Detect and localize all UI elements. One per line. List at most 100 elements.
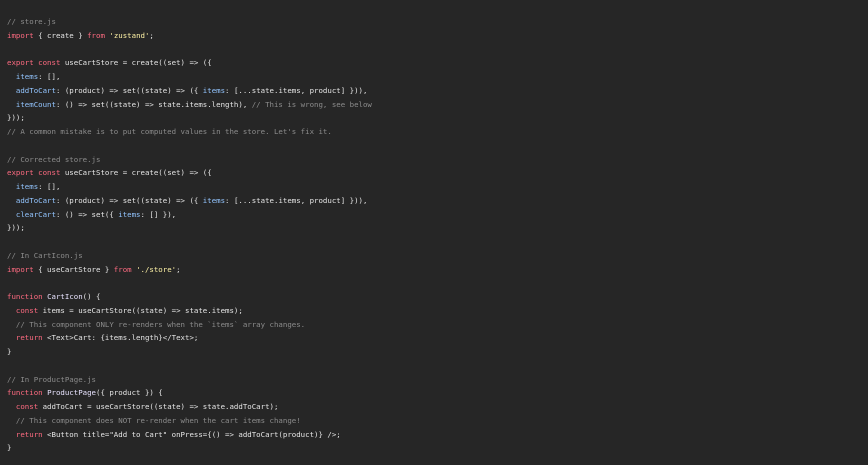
- code-token: <Text>Cart: {items.length}</Text>;: [42, 333, 199, 343]
- code-line: // A common mistake is to put computed v…: [7, 125, 868, 139]
- code-token: const: [38, 58, 61, 68]
- code-token: from: [113, 264, 132, 274]
- code-token: const: [15, 305, 39, 315]
- code-token: items: [202, 85, 226, 95]
- code-line: function ProductPage({ product }) {: [7, 386, 868, 400]
- code-token: return: [15, 429, 43, 439]
- code-line: addToCart: (product) => set((state) => (…: [7, 84, 868, 98]
- code-token: <Button title="Add to Cart" onPress={() …: [42, 429, 341, 439]
- code-line: // In ProductPage.js: [7, 373, 868, 387]
- code-token: // Corrected store.js: [7, 154, 101, 164]
- code-token: items: [15, 182, 39, 191]
- code-token: function: [7, 292, 43, 301]
- code-token: ProductPage: [47, 388, 97, 398]
- code-line: import { create } from 'zustand';: [7, 29, 868, 43]
- code-token: ({ product }) {: [96, 388, 163, 398]
- code-token: from: [87, 30, 105, 40]
- code-token: return: [15, 333, 43, 343]
- code-line: export const useCartStore = create((set)…: [7, 56, 868, 70]
- code-token: : () => set((state) => state.items.lengt…: [55, 99, 252, 109]
- code-editor[interactable]: // store.js import { create } from 'zusta…: [0, 0, 868, 465]
- code-token: useCartStore = create((set) => ({: [60, 58, 212, 68]
- code-token: : [...state.items, product] })),: [225, 85, 368, 95]
- code-line: addToCart: (product) => set((state) => (…: [7, 194, 868, 208]
- code-token: import: [7, 264, 34, 274]
- code-token: : [] }),: [140, 209, 177, 219]
- code-token: clearCart: [15, 209, 56, 219]
- code-token: // This is wrong, see below: [251, 99, 372, 109]
- code-token: }));: [7, 113, 25, 123]
- code-line: items: [],: [7, 70, 868, 84]
- code-token: export: [7, 58, 34, 68]
- code-token: // In ProductPage.js: [7, 374, 96, 384]
- code-line: }: [7, 345, 868, 359]
- code-token: // This component does NOT re-render whe…: [7, 415, 301, 425]
- code-line: }));: [7, 111, 868, 125]
- code-token: : [],: [38, 72, 61, 81]
- code-token: : (product) => set((state) => ({: [55, 85, 203, 95]
- code-token: CartIcon: [47, 292, 83, 301]
- code-token: const: [15, 402, 39, 411]
- code-line: return <Button title="Add to Cart" onPre…: [7, 428, 868, 442]
- code-line: return <Text>Cart: {items.length}</Text>…: [7, 331, 868, 345]
- code-line: // This component does NOT re-render whe…: [7, 414, 868, 428]
- code-line: items: [],: [7, 180, 868, 194]
- code-token: items = useCartStore((state) => state.it…: [38, 305, 243, 315]
- code-token: './store': [136, 264, 177, 274]
- code-token: : (product) => set((state) => ({: [55, 195, 203, 205]
- code-line: const items = useCartStore((state) => st…: [7, 304, 868, 318]
- code-token: // This component ONLY re-renders when t…: [7, 319, 306, 329]
- code-token: { useCartStore }: [33, 264, 114, 274]
- code-token: const: [38, 168, 61, 178]
- code-token: }));: [7, 223, 25, 233]
- code-token: itemCount: [15, 99, 56, 109]
- code-line: }: [7, 441, 868, 455]
- code-token: // In CartIcon.js: [7, 250, 83, 260]
- code-token: items: [118, 209, 141, 219]
- code-line: clearCart: () => set({ items: [] }),: [7, 208, 868, 222]
- code-token: function: [7, 388, 43, 398]
- code-line: // store.js: [7, 15, 868, 29]
- code-token: addToCart = useCartStore((state) => stat…: [38, 402, 279, 411]
- code-token: () {: [82, 292, 101, 301]
- code-token: : () => set({: [55, 209, 119, 219]
- code-token: import: [7, 30, 34, 40]
- code-token: { create }: [33, 30, 88, 40]
- code-line: function CartIcon() {: [7, 290, 868, 304]
- code-token: 'zustand': [109, 30, 150, 40]
- code-token: export: [7, 168, 34, 178]
- code-token: }: [7, 443, 12, 453]
- code-token: : [],: [38, 182, 61, 191]
- code-token: // A common mistake is to put computed v…: [7, 127, 332, 136]
- code-token: useCartStore = create((set) => ({: [60, 168, 212, 178]
- code-token: items: [202, 195, 226, 205]
- code-line: export const useCartStore = create((set)…: [7, 166, 868, 180]
- code-line: // This component ONLY re-renders when t…: [7, 318, 868, 332]
- code-token: ;: [176, 264, 181, 274]
- code-line: // In CartIcon.js: [7, 249, 868, 263]
- code-token: addToCart: [15, 195, 56, 205]
- code-line: import { useCartStore } from './store';: [7, 263, 868, 277]
- code-line: itemCount: () => set((state) => state.it…: [7, 98, 868, 112]
- code-token: addToCart: [15, 85, 56, 95]
- code-token: // store.js: [7, 17, 56, 26]
- code-line: const addToCart = useCartStore((state) =…: [7, 400, 868, 414]
- code-token: ;: [149, 30, 154, 40]
- code-line: }));: [7, 221, 868, 235]
- code-token: }: [7, 347, 12, 356]
